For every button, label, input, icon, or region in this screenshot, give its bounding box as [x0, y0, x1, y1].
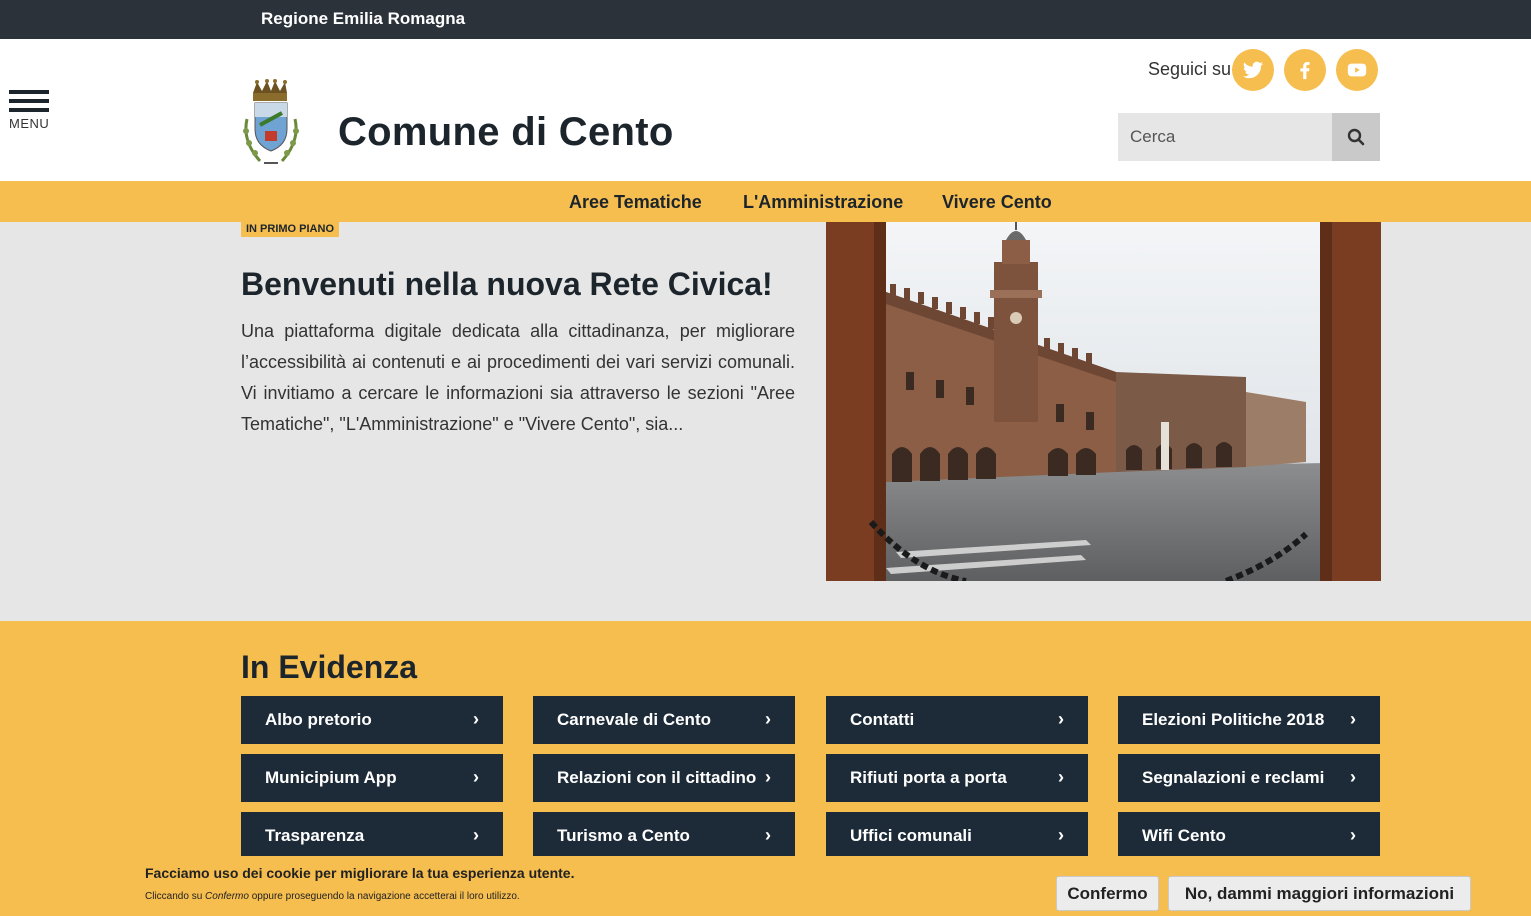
cookie-details: Cliccando su Confermo oppure proseguendo… [145, 891, 520, 902]
chevron-right-icon: › [765, 709, 771, 729]
region-link[interactable]: Regione Emilia Romagna [261, 9, 465, 29]
chevron-right-icon: › [1350, 825, 1356, 845]
tile-label: Segnalazioni e reclami [1142, 768, 1325, 787]
evidenza-title: In Evidenza [241, 649, 418, 685]
tile-label: Municipium App [265, 768, 397, 787]
search-icon [1347, 128, 1365, 146]
tile-label: Albo pretorio [265, 710, 372, 729]
tile-uffici[interactable]: Uffici comunali › [826, 812, 1088, 860]
chevron-right-icon: › [473, 825, 479, 845]
cookie-more-info-button[interactable]: No, dammi maggiori informazioni [1168, 876, 1471, 911]
search-box [1118, 113, 1380, 161]
main-nav: Aree Tematiche L'Amministrazione Vivere … [0, 181, 1531, 222]
tile-contatti[interactable]: Contatti › [826, 696, 1088, 744]
cookie-message: Facciamo uso dei cookie per migliorare l… [145, 865, 575, 881]
tile-label: Elezioni Politiche 2018 [1142, 710, 1325, 729]
chevron-right-icon: › [473, 767, 479, 787]
facebook-button[interactable] [1284, 49, 1326, 91]
hero-text: Una piattaforma digitale dedicata alla c… [241, 321, 795, 434]
hamburger-icon-bar [9, 108, 49, 112]
twitter-button[interactable] [1232, 49, 1274, 91]
chevron-right-icon: › [765, 825, 771, 845]
chevron-right-icon: › [765, 767, 771, 787]
chevron-right-icon: › [1058, 825, 1064, 845]
nav-item-amministrazione[interactable]: L'Amministrazione [743, 192, 903, 213]
featured-badge: IN PRIMO PIANO [241, 222, 340, 237]
facebook-icon [1300, 62, 1310, 80]
tile-albo-pretorio[interactable]: Albo pretorio › [241, 696, 503, 744]
tile-segnalazioni[interactable]: Segnalazioni e reclami › [1118, 754, 1380, 802]
chevron-right-icon: › [1058, 767, 1064, 787]
cookie-banner: Facciamo uso dei cookie per migliorare l… [0, 856, 1531, 916]
tile-label: Contatti [850, 710, 915, 729]
chevron-right-icon: › [1350, 767, 1356, 787]
nav-item-aree-tematiche[interactable]: Aree Tematiche [569, 192, 702, 213]
site-header: MENU Comune di Cento Seguici su [0, 39, 1531, 181]
tile-label: Trasparenza [265, 826, 365, 845]
tile-label: Relazioni con il cittadino [557, 768, 757, 787]
tile-label: Carnevale di Cento [557, 710, 711, 729]
coat-of-arms-logo[interactable] [238, 79, 304, 171]
follow-label: Seguici su [1148, 59, 1232, 79]
tile-municipium[interactable]: Municipium App › [241, 754, 503, 802]
tile-label: Wifi Cento [1142, 826, 1226, 845]
cookie-confirm-button[interactable]: Confermo [1056, 876, 1159, 911]
search-input[interactable] [1118, 113, 1332, 161]
tile-label: Rifiuti porta a porta [850, 768, 1007, 787]
hamburger-icon [9, 90, 49, 94]
hamburger-icon-bar [9, 99, 49, 103]
chevron-right-icon: › [1058, 709, 1064, 729]
tile-relazioni[interactable]: Relazioni con il cittadino › [533, 754, 795, 802]
tile-label: Turismo a Cento [557, 826, 690, 845]
piazza-photo[interactable] [826, 222, 1381, 581]
youtube-icon [1347, 63, 1367, 77]
youtube-button[interactable] [1336, 49, 1378, 91]
hero-title[interactable]: Benvenuti nella nuova Rete Civica! [241, 266, 773, 303]
tile-wifi[interactable]: Wifi Cento › [1118, 812, 1380, 860]
menu-button[interactable]: MENU [9, 90, 51, 134]
tile-turismo[interactable]: Turismo a Cento › [533, 812, 795, 860]
tile-label: Uffici comunali [850, 826, 972, 845]
twitter-icon [1242, 61, 1264, 79]
search-button[interactable] [1332, 113, 1380, 161]
menu-label: MENU [9, 116, 50, 131]
chevron-right-icon: › [473, 709, 479, 729]
hero-section: IN PRIMO PIANO Benvenuti nella nuova Ret… [0, 222, 1531, 621]
nav-item-vivere-cento[interactable]: Vivere Cento [942, 192, 1052, 213]
tile-trasparenza[interactable]: Trasparenza › [241, 812, 503, 860]
tile-carnevale[interactable]: Carnevale di Cento › [533, 696, 795, 744]
tile-elezioni[interactable]: Elezioni Politiche 2018 › [1118, 696, 1380, 744]
tile-rifiuti[interactable]: Rifiuti porta a porta › [826, 754, 1088, 802]
chevron-right-icon: › [1350, 709, 1356, 729]
site-title[interactable]: Comune di Cento [338, 110, 674, 155]
top-bar: Regione Emilia Romagna [0, 0, 1531, 39]
